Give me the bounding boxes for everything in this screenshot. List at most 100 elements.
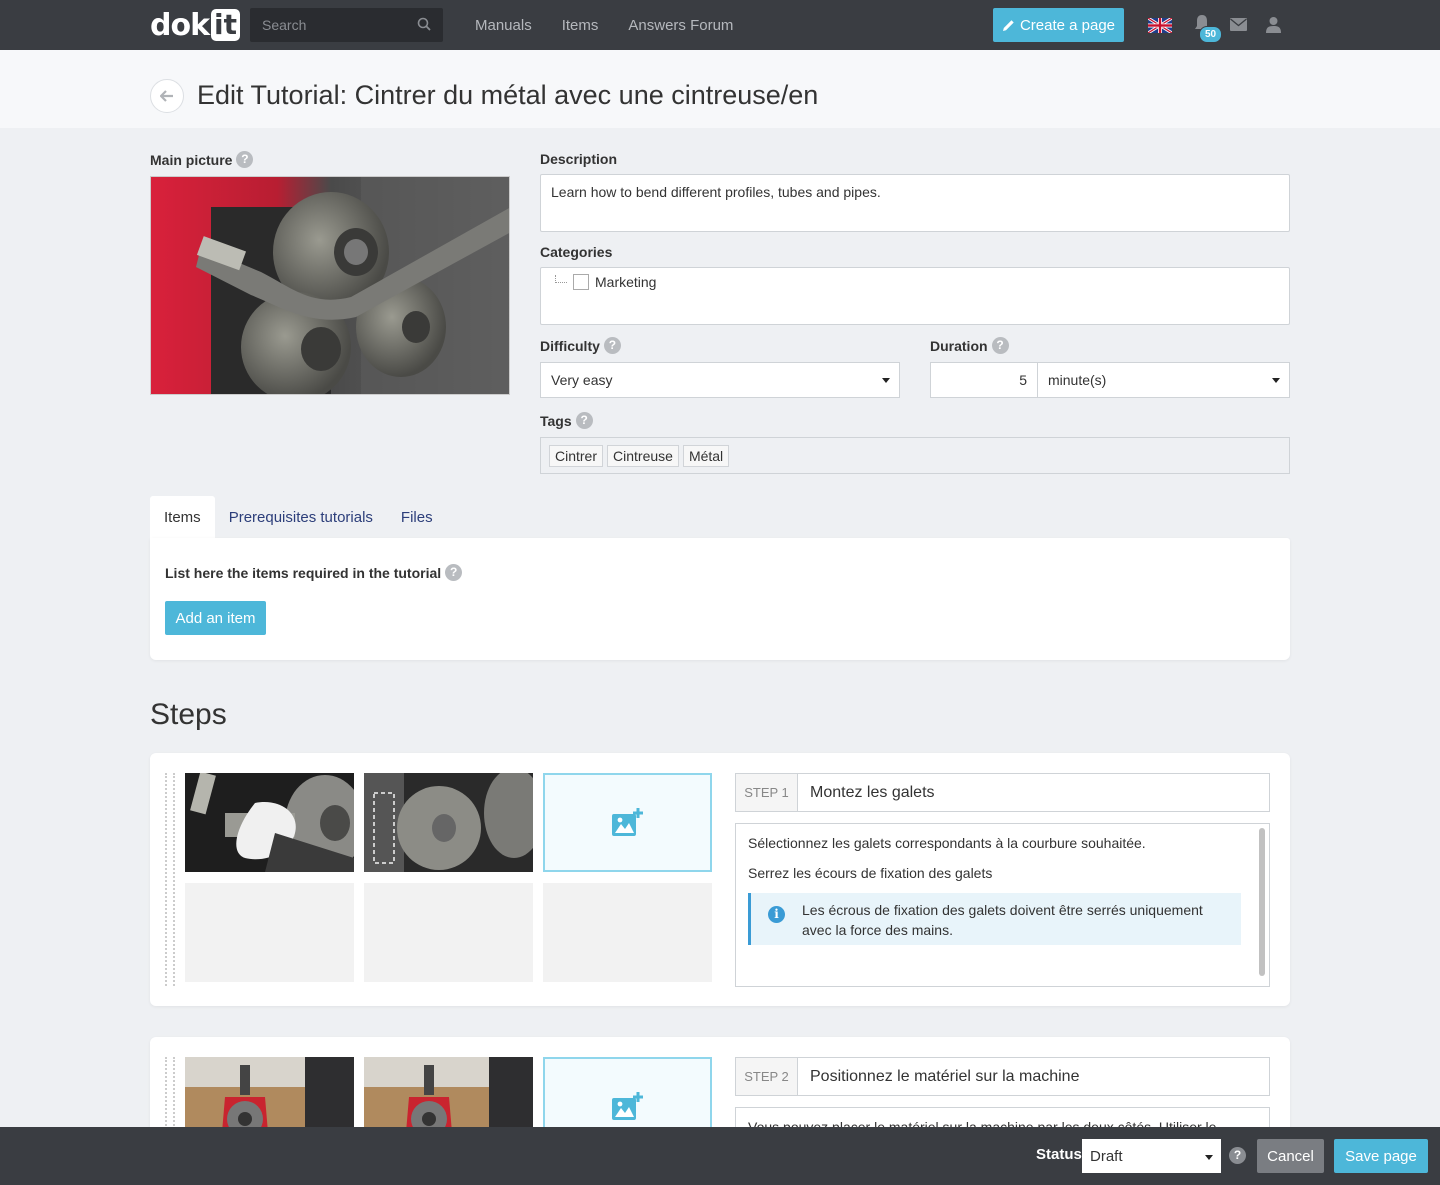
dokit-logo[interactable]: dok it (150, 7, 241, 43)
info-icon: i (768, 906, 785, 923)
tree-connector (555, 275, 567, 283)
categories-label: Categories (540, 244, 613, 260)
logo-text-dok: dok (150, 7, 210, 43)
items-instructions-row: List here the items required in the tuto… (165, 564, 463, 581)
duration-label-row: Duration ? (930, 337, 1009, 354)
create-page-button[interactable]: Create a page (993, 8, 1124, 42)
duration-unit-select[interactable]: minute(s) (1037, 362, 1290, 398)
editor-scrollbar[interactable] (1259, 828, 1265, 976)
duration-label: Duration (930, 337, 988, 354)
main-nav: Manuals Items Answers Forum (475, 0, 733, 50)
tab-items[interactable]: Items (150, 496, 215, 538)
step-text-line: Sélectionnez les galets correspondants à… (748, 835, 1146, 851)
step-card: STEP 2 Positionnez le matériel sur la ma… (150, 1037, 1290, 1137)
tag-chip[interactable]: Cintreuse (607, 444, 679, 467)
question-icon[interactable]: ? (1229, 1147, 1246, 1164)
duration-input[interactable]: 5 (930, 362, 1038, 398)
question-icon[interactable]: ? (991, 337, 1009, 354)
image-placeholder (543, 883, 712, 982)
info-text: Les écrous de fixation des galets doiven… (802, 902, 1203, 938)
page-title: Edit Tutorial: Cintrer du métal avec une… (197, 80, 819, 110)
step-number: STEP 2 (736, 1058, 798, 1095)
step-content-editor[interactable]: Sélectionnez les galets correspondants à… (735, 823, 1270, 987)
tag-chip[interactable]: Cintrer (549, 444, 604, 467)
step-image[interactable] (364, 1057, 533, 1137)
top-navbar: dok it Manuals Items Answers Forum Creat… (0, 0, 1440, 50)
tags-label: Tags (540, 412, 572, 429)
bottom-action-bar: Status Draft ? Cancel Save page (0, 1127, 1440, 1185)
search-input[interactable] (250, 8, 410, 42)
drag-handle[interactable] (165, 1057, 175, 1137)
difficulty-label: Difficulty (540, 337, 600, 354)
add-image-button[interactable] (543, 1057, 712, 1137)
info-callout: i Les écrous de fixation des galets doiv… (748, 893, 1241, 945)
caret-down-icon (1272, 378, 1280, 383)
status-label: Status (1036, 1146, 1082, 1163)
description-field[interactable]: Learn how to bend different profiles, tu… (540, 174, 1290, 232)
pencil-icon (1002, 19, 1014, 31)
description-label: Description (540, 151, 618, 167)
caret-down-icon (882, 378, 890, 383)
nav-link-answers-forum[interactable]: Answers Forum (628, 17, 733, 34)
user-icon[interactable] (1266, 16, 1281, 33)
question-icon[interactable]: ? (603, 337, 621, 354)
save-page-button[interactable]: Save page (1334, 1139, 1428, 1173)
category-checkbox[interactable] (573, 274, 589, 290)
logo-text-it: it (211, 9, 241, 41)
nav-link-manuals[interactable]: Manuals (475, 17, 532, 34)
question-icon[interactable]: ? (575, 412, 593, 429)
arrow-left-icon (160, 90, 173, 102)
step-image[interactable] (185, 1057, 354, 1137)
notification-badge: 50 (1199, 26, 1223, 43)
step-text-line: Serrez les écours de fixation des galets (748, 865, 993, 881)
search-box (250, 8, 443, 42)
question-icon[interactable]: ? (236, 151, 254, 168)
mail-icon[interactable] (1230, 18, 1247, 31)
cancel-button[interactable]: Cancel (1257, 1139, 1324, 1173)
tutorial-tabs: Items Prerequisites tutorials Files (150, 496, 447, 538)
add-item-button[interactable]: Add an item (165, 601, 266, 635)
question-icon[interactable]: ? (445, 564, 463, 581)
caret-down-icon (1205, 1155, 1213, 1160)
duration-unit-value: minute(s) (1048, 372, 1107, 388)
steps-heading: Steps (150, 698, 227, 731)
add-image-icon (611, 1091, 643, 1120)
tab-prerequisites[interactable]: Prerequisites tutorials (215, 496, 387, 538)
category-item-marketing[interactable]: Marketing (555, 274, 656, 290)
items-tab-panel: List here the items required in the tuto… (150, 538, 1290, 660)
difficulty-select[interactable]: Very easy (540, 362, 900, 398)
duration-value: 5 (1019, 372, 1027, 388)
add-image-icon (611, 807, 643, 836)
step-image[interactable] (364, 773, 533, 872)
step-header: STEP 1 Montez les galets (735, 773, 1270, 812)
items-instructions: List here the items required in the tuto… (165, 564, 442, 581)
description-value: Learn how to bend different profiles, tu… (551, 184, 881, 200)
difficulty-label-row: Difficulty ? (540, 337, 621, 354)
status-select[interactable]: Draft (1082, 1139, 1221, 1173)
nav-link-items[interactable]: Items (562, 17, 599, 34)
difficulty-value: Very easy (551, 372, 613, 388)
back-button[interactable] (150, 79, 184, 113)
tab-files[interactable]: Files (387, 496, 447, 538)
tags-label-row: Tags ? (540, 412, 593, 429)
drag-handle[interactable] (165, 773, 175, 986)
main-picture-label: Main picture (150, 151, 233, 168)
categories-tree: Marketing (540, 267, 1290, 325)
search-icon[interactable] (417, 17, 431, 31)
step-image[interactable] (185, 773, 354, 872)
main-picture[interactable] (150, 176, 510, 395)
tags-input[interactable]: Cintrer Cintreuse Métal (540, 437, 1290, 474)
step-number: STEP 1 (736, 774, 798, 811)
main-picture-label-row: Main picture ? (150, 151, 254, 168)
step-card: STEP 1 Montez les galets Sélectionnez le… (150, 753, 1290, 1006)
step-title-input[interactable]: Positionnez le matériel sur la machine (798, 1058, 1079, 1095)
uk-flag-icon[interactable] (1148, 18, 1172, 33)
image-placeholder (364, 883, 533, 982)
category-label: Marketing (595, 274, 657, 290)
create-page-label: Create a page (1019, 16, 1116, 34)
step-title-input[interactable]: Montez les galets (798, 774, 935, 811)
step-header: STEP 2 Positionnez le matériel sur la ma… (735, 1057, 1270, 1096)
add-image-button[interactable] (543, 773, 712, 872)
status-value: Draft (1090, 1147, 1123, 1165)
tag-chip[interactable]: Métal (682, 444, 730, 467)
